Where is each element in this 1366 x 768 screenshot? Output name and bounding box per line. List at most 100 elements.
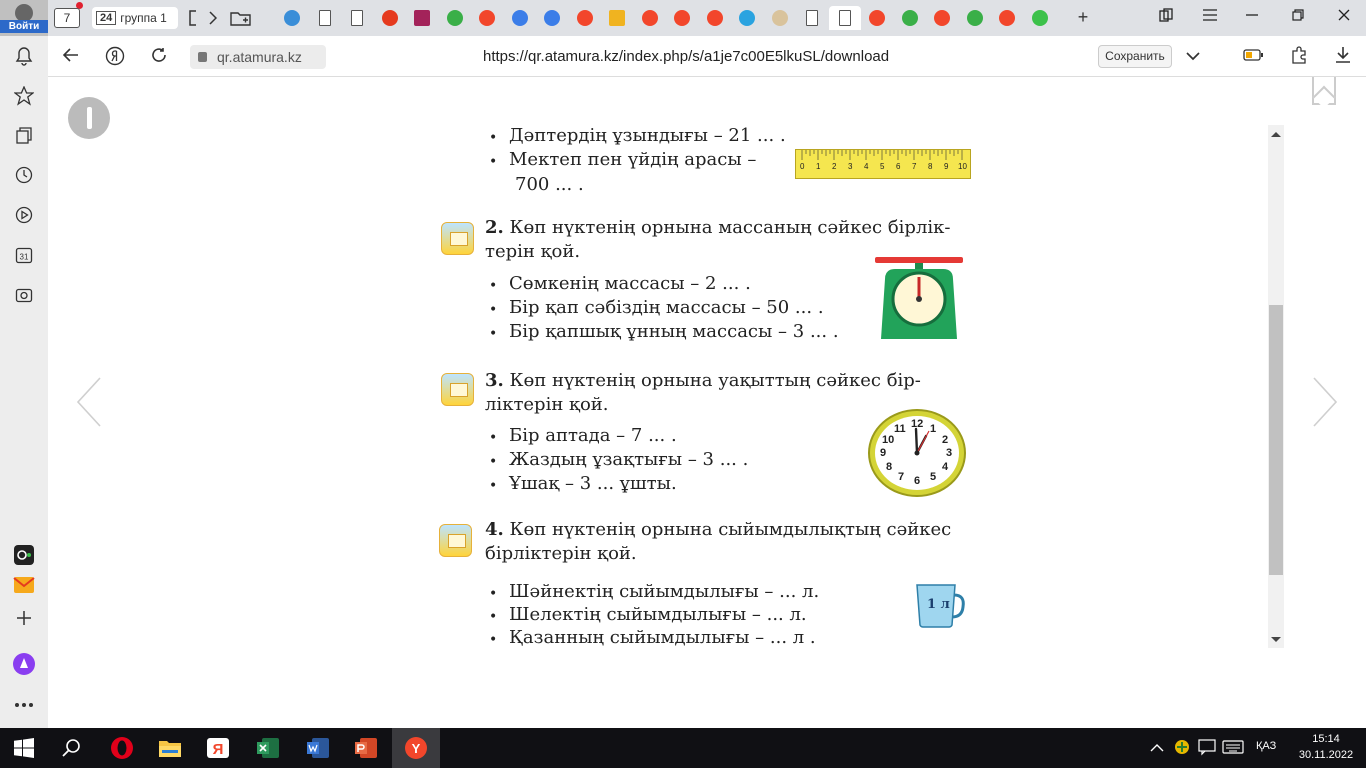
info-button[interactable] <box>68 97 110 139</box>
tray-app-icon[interactable] <box>1174 739 1198 763</box>
calendar-icon[interactable]: 31 <box>12 246 36 270</box>
tab-u[interactable] <box>536 6 569 30</box>
add-icon[interactable] <box>12 610 36 634</box>
extensions-icon[interactable] <box>1288 46 1310 68</box>
notifications-icon[interactable] <box>1198 739 1222 763</box>
tab-yandex[interactable] <box>991 6 1024 30</box>
tab-yandex[interactable] <box>861 6 894 30</box>
tab-yandex[interactable] <box>926 6 959 30</box>
chevron-right-icon[interactable] <box>206 7 220 29</box>
language-indicator[interactable]: ҚАЗ <box>1256 740 1276 752</box>
tab-yandex[interactable] <box>666 6 699 30</box>
clock-number: 11 <box>894 423 906 435</box>
reload-button[interactable] <box>148 46 170 68</box>
taskbar-active-app[interactable]: Y <box>392 728 440 768</box>
alice-assistant-icon[interactable] <box>12 652 36 676</box>
file-explorer-icon[interactable] <box>158 736 182 760</box>
tab-document[interactable] <box>341 6 374 30</box>
tab-messages[interactable] <box>1024 6 1057 30</box>
url-text[interactable]: https://qr.atamura.kz/index.php/s/a1je7c… <box>483 48 889 65</box>
play-icon[interactable] <box>12 206 36 230</box>
tab-maps[interactable] <box>894 6 927 30</box>
scrollbar-thumb[interactable] <box>1269 305 1283 575</box>
bullet: • <box>489 430 498 446</box>
tab-counter-button[interactable]: 7 <box>54 8 80 28</box>
powerpoint-icon[interactable] <box>354 736 378 760</box>
collections-icon[interactable] <box>12 126 36 150</box>
tab-yandex[interactable] <box>699 6 732 30</box>
battery-icon[interactable] <box>1242 46 1264 68</box>
yandex-icon <box>706 10 723 26</box>
tab-alert[interactable] <box>374 6 407 30</box>
tab-video[interactable] <box>406 6 439 30</box>
task-item: Бір қап сәбіздің массасы – 50 ... . <box>509 297 824 318</box>
bullet: • <box>489 632 498 648</box>
page-scrollbar[interactable] <box>1268 125 1284 648</box>
yandex-active-icon: Y <box>405 737 427 759</box>
tab-yandex[interactable] <box>471 6 504 30</box>
image-icon <box>609 10 626 26</box>
task-title: 3. Көп нүктенің орнына уақыттың сәйкес б… <box>485 370 921 391</box>
previous-page-arrow[interactable] <box>76 377 102 427</box>
minimize-icon[interactable] <box>1242 8 1262 28</box>
save-button[interactable]: Сохранить <box>1098 45 1172 68</box>
bookmark-icon[interactable] <box>1312 77 1336 105</box>
next-page-arrow[interactable] <box>1312 377 1338 427</box>
new-tab-button[interactable]: + <box>1072 7 1094 29</box>
restore-icon[interactable] <box>1288 8 1308 28</box>
opera-icon[interactable] <box>110 736 134 760</box>
info-icon <box>86 107 92 129</box>
history-icon[interactable] <box>12 166 36 190</box>
tab-active-document[interactable] <box>828 6 861 30</box>
tab-yandex[interactable] <box>634 6 667 30</box>
chevron-down-icon[interactable] <box>1182 46 1204 68</box>
alice-dot-icon[interactable] <box>12 544 36 568</box>
bullet: • <box>489 302 498 318</box>
search-icon[interactable] <box>62 738 86 762</box>
bell-icon[interactable] <box>12 46 36 70</box>
task-title: 4. Көп нүктенің орнына сыйымдылықтың сәй… <box>485 519 952 540</box>
close-icon[interactable] <box>1334 8 1354 28</box>
bullet: • <box>489 130 498 146</box>
menu-icon[interactable] <box>1200 8 1220 28</box>
tab-globe[interactable] <box>276 6 309 30</box>
tab-document[interactable] <box>309 6 342 30</box>
tab-image[interactable] <box>601 6 634 30</box>
back-button[interactable] <box>60 46 82 68</box>
yandex-button[interactable] <box>104 46 126 68</box>
tab-yandex[interactable] <box>569 6 602 30</box>
more-icon[interactable] <box>12 692 36 716</box>
new-folder-icon[interactable] <box>228 7 254 29</box>
tab-emblem[interactable] <box>764 6 797 30</box>
star-icon[interactable] <box>12 85 36 110</box>
yandex-browser-icon[interactable]: Я <box>206 736 230 760</box>
login-button[interactable]: Войти <box>0 0 48 36</box>
collections-icon[interactable] <box>1156 8 1176 28</box>
tab-telegram[interactable] <box>731 6 764 30</box>
alert-icon <box>381 10 398 26</box>
tab-group[interactable]: 24 группа 1 <box>92 7 178 29</box>
document-icon <box>838 10 851 26</box>
ruler-tick: 6 <box>896 162 901 171</box>
mail-icon[interactable] <box>12 576 36 600</box>
keyboard-icon[interactable] <box>1222 740 1246 764</box>
excel-icon[interactable] <box>256 736 280 760</box>
domain-chip[interactable]: qr.atamura.kz <box>190 45 326 69</box>
bullet: • <box>489 586 498 602</box>
scroll-down-arrow[interactable] <box>1271 637 1281 642</box>
clock[interactable]: 15:14 30.11.2022 <box>1296 731 1356 763</box>
tray-chevron-up-icon[interactable] <box>1150 740 1174 764</box>
tab-maps[interactable] <box>439 6 472 30</box>
download-icon[interactable] <box>1332 46 1354 68</box>
tab-u[interactable] <box>504 6 537 30</box>
task-item: Бір аптада – 7 ... . <box>509 425 677 446</box>
screenshot-icon[interactable] <box>12 286 36 310</box>
tab-document[interactable] <box>796 6 829 30</box>
windows-start-icon[interactable] <box>14 738 38 762</box>
scroll-up-arrow[interactable] <box>1271 132 1281 137</box>
bracket-icon[interactable] <box>186 7 200 29</box>
taskbar: Я Y ҚАЗ 15:14 30.11.2022 <box>0 728 1366 768</box>
word-icon[interactable] <box>306 736 330 760</box>
tab-maps[interactable] <box>959 6 992 30</box>
ruler-tick: 4 <box>864 162 869 171</box>
